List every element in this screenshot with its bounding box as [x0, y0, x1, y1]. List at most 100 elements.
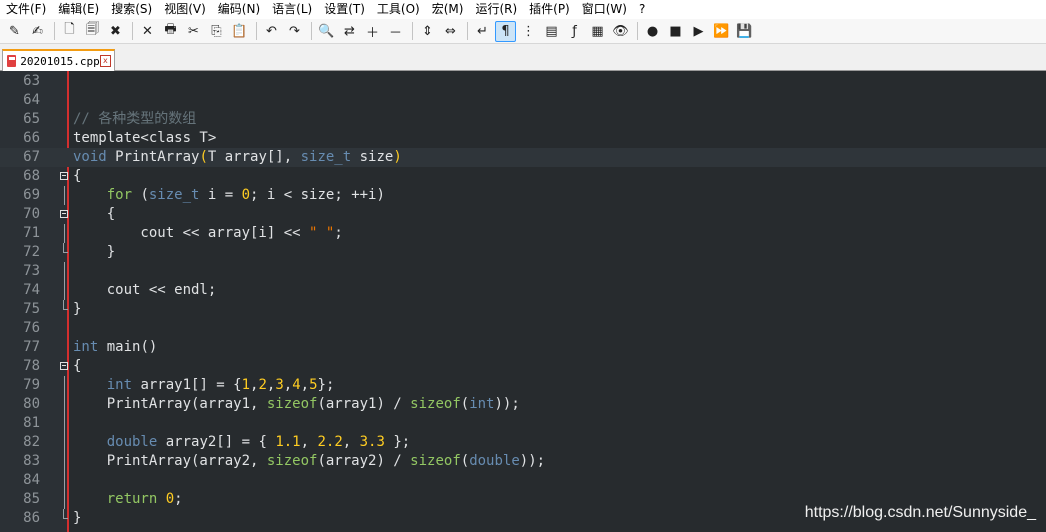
- code-text: template<class T>: [73, 130, 217, 146]
- monitor-icon[interactable]: 👁: [610, 21, 631, 42]
- toolbar-separator: [412, 22, 413, 40]
- code-text: int array1[] = {1,2,3,4,5};: [106, 377, 335, 393]
- line-number: 65: [23, 111, 40, 127]
- close-icon[interactable]: ✖: [105, 21, 126, 42]
- code-text: {: [73, 206, 116, 222]
- line-number: 73: [23, 263, 40, 279]
- code-line: 80 PrintArray(array1, sizeof(array1) / s…: [0, 395, 1046, 414]
- line-number: 84: [23, 472, 40, 488]
- code-line: 70 {: [0, 205, 1046, 224]
- code-text: return 0;: [106, 491, 183, 507]
- line-number: 81: [23, 415, 40, 431]
- menu-item-7[interactable]: 工具(O): [371, 0, 426, 19]
- record-macro-icon[interactable]: ●: [642, 21, 663, 42]
- code-text: }: [73, 510, 82, 526]
- code-line: 71 cout << array[i] << " ";: [0, 224, 1046, 243]
- save-all-icon[interactable]: 🗐: [82, 21, 103, 42]
- code-line: 75}: [0, 300, 1046, 319]
- new-file-icon[interactable]: ✎: [4, 21, 25, 42]
- function-list-icon[interactable]: ƒ: [564, 21, 585, 42]
- menu-bar: 文件(F) 编辑(E) 搜索(S) 视图(V) 编码(N) 语言(L) 设置(T) 工具(O)…: [0, 0, 1046, 19]
- menu-item-2[interactable]: 搜索(S): [105, 0, 158, 19]
- code-editor[interactable]: 63 64 65 // 各种类型的数组 66 template<class T> 67 voi…: [0, 71, 1046, 532]
- open-file-icon[interactable]: ✍: [27, 21, 48, 42]
- folder-workspace-icon[interactable]: ▦: [587, 21, 608, 42]
- save-macro-icon[interactable]: 💾: [734, 21, 755, 42]
- close-tab-icon[interactable]: x: [99, 55, 111, 67]
- file-saved-icon: [7, 55, 17, 67]
- fold-guide: [64, 376, 65, 395]
- fold-guide: [64, 452, 65, 471]
- code-text: cout << endl;: [73, 282, 217, 298]
- fold-guide: [64, 281, 65, 300]
- sync-horizontal-icon[interactable]: ⇔: [440, 21, 461, 42]
- menu-item-5[interactable]: 语言(L): [266, 0, 318, 19]
- find-icon[interactable]: 🔍: [316, 21, 337, 42]
- code-text: }: [73, 244, 116, 260]
- fold-toggle-icon[interactable]: [60, 210, 68, 218]
- redo-icon[interactable]: ↷: [284, 21, 305, 42]
- menu-item-11[interactable]: 窗口(W): [576, 0, 633, 19]
- watermark: https://blog.csdn.net/Sunnyside_: [804, 504, 1036, 521]
- code-line: 82 double array2[] = { 1.1, 2.2, 3.3 };: [0, 433, 1046, 452]
- line-number: 79: [23, 377, 40, 393]
- code-line: 72 }: [0, 243, 1046, 262]
- menu-item-4[interactable]: 编码(N): [212, 0, 266, 19]
- line-number: 71: [23, 225, 40, 241]
- fold-end-marker: [63, 243, 68, 253]
- line-number: 66: [23, 130, 40, 146]
- tab-file[interactable]: 20201015.cpp x: [2, 49, 115, 71]
- code-line: 76: [0, 319, 1046, 338]
- line-number: 63: [23, 73, 40, 89]
- fold-end-marker: [63, 300, 68, 310]
- stop-macro-icon[interactable]: ■: [665, 21, 686, 42]
- code-text: for (size_t i = 0; i < size; ++i): [106, 187, 385, 203]
- code-text: }: [73, 301, 82, 317]
- line-number: 76: [23, 320, 40, 336]
- fold-end-marker: [63, 509, 68, 519]
- fold-guide: [64, 395, 65, 414]
- menu-item-0[interactable]: 文件(F): [0, 0, 52, 19]
- fold-guide: [64, 186, 65, 205]
- code-line: 64: [0, 91, 1046, 110]
- menu-item-6[interactable]: 设置(T): [318, 0, 371, 19]
- code-text: double array2[] = { 1.1, 2.2, 3.3 };: [106, 434, 411, 450]
- sync-vertical-icon[interactable]: ⇕: [417, 21, 438, 42]
- menu-item-8[interactable]: 宏(M): [426, 0, 470, 19]
- code-line: 77 int main(): [0, 338, 1046, 357]
- menu-item-9[interactable]: 运行(R): [469, 0, 523, 19]
- tab-label: 20201015.cpp: [20, 54, 100, 68]
- toolbar-separator: [467, 22, 468, 40]
- line-number: 75: [23, 301, 40, 317]
- line-number: 64: [23, 92, 40, 108]
- toolbar-separator: [132, 22, 133, 40]
- zoom-out-icon[interactable]: －: [385, 21, 406, 42]
- menu-item-12[interactable]: ?: [633, 0, 651, 19]
- indent-guide-icon[interactable]: ⋮: [518, 21, 539, 42]
- tab-bar: 20201015.cpp x: [0, 44, 1046, 71]
- fold-guide: [64, 224, 65, 243]
- fold-toggle-icon[interactable]: [60, 362, 68, 370]
- print-icon[interactable]: 🖶: [160, 21, 181, 42]
- save-icon[interactable]: 🗋: [59, 21, 80, 42]
- code-line: 67 void PrintArray(T array[], size_t size…: [0, 148, 1046, 167]
- word-wrap-icon[interactable]: ↵: [472, 21, 493, 42]
- paste-icon[interactable]: 📋: [229, 21, 250, 42]
- menu-item-10[interactable]: 插件(P): [523, 0, 576, 19]
- fold-toggle-icon[interactable]: [60, 172, 68, 180]
- replace-icon[interactable]: ⇄: [339, 21, 360, 42]
- doc-map-icon[interactable]: ▤: [541, 21, 562, 42]
- menu-item-1[interactable]: 编辑(E): [52, 0, 105, 19]
- play-macro-icon[interactable]: ▶: [688, 21, 709, 42]
- code-text: {: [73, 358, 82, 374]
- close-all-icon[interactable]: ✕: [137, 21, 158, 42]
- code-line: 73: [0, 262, 1046, 281]
- undo-icon[interactable]: ↶: [261, 21, 282, 42]
- copy-icon[interactable]: ⎘: [206, 21, 227, 42]
- toolbar-separator: [256, 22, 257, 40]
- show-all-chars-icon[interactable]: ¶: [495, 20, 516, 42]
- menu-item-3[interactable]: 视图(V): [158, 0, 212, 19]
- run-macro-multiple-icon[interactable]: ⏩: [711, 21, 732, 42]
- cut-icon[interactable]: ✂: [183, 21, 204, 42]
- zoom-in-icon[interactable]: ＋: [362, 21, 383, 42]
